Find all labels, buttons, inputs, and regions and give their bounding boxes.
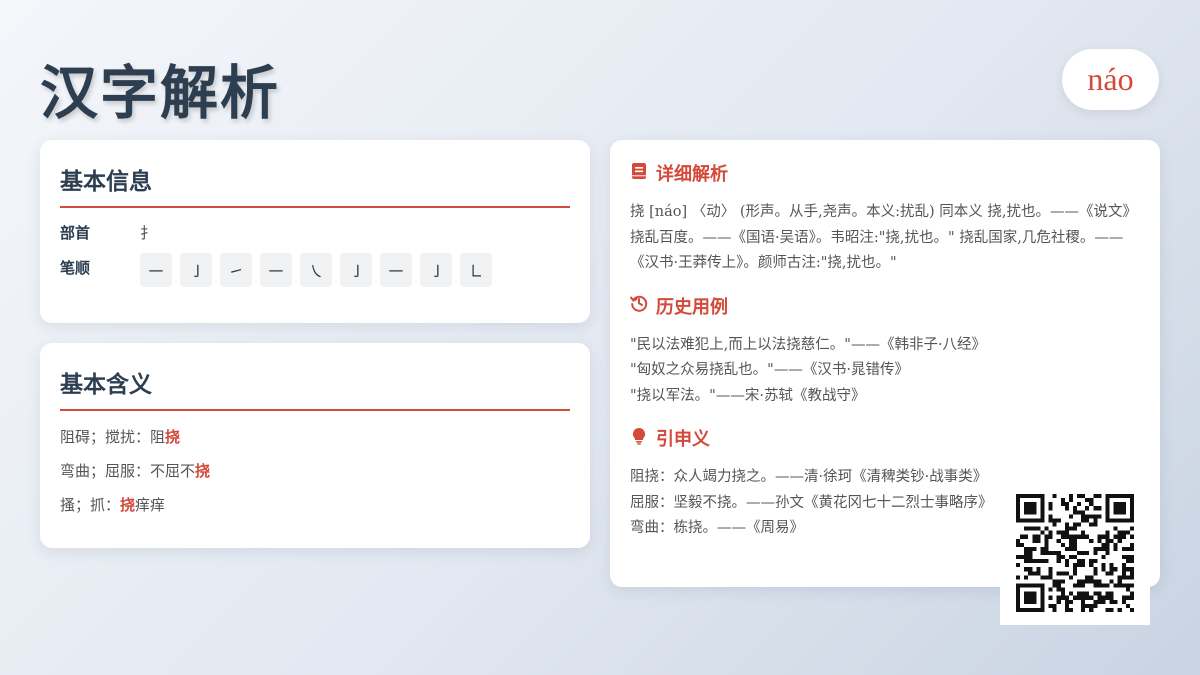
basic-meaning-heading: 基本含义 bbox=[60, 365, 570, 411]
stroke-item: ㇗ bbox=[460, 253, 492, 287]
extended-heading-row: 引申义 bbox=[630, 425, 1140, 451]
qr-code-image bbox=[1016, 494, 1134, 612]
history-line: "挠以军法。"——宋·苏轼《教战守》 bbox=[630, 387, 866, 404]
history-heading-row: 历史用例 bbox=[630, 293, 1140, 319]
history-line: "民以法难犯上,而上以法挠慈仁。"——《韩非子·八经》 bbox=[630, 336, 987, 353]
page-title: 汉字解析 bbox=[40, 59, 281, 127]
meaning-text: 阻碍；搅扰：阻 bbox=[60, 428, 166, 446]
meaning-item: 阻碍；搅扰：阻挠 bbox=[60, 427, 570, 447]
detail-heading: 详细解析 bbox=[656, 164, 728, 185]
basic-info-heading: 基本信息 bbox=[60, 162, 570, 208]
history-icon bbox=[630, 294, 648, 317]
radical-label: 部首 bbox=[60, 224, 91, 242]
stroke-order-row: 笔顺 ㇐ ㇚ ㇀ ㇐ ㇏ ㇚ ㇐ ㇚ ㇗ bbox=[60, 253, 570, 287]
stroke-list: ㇐ ㇚ ㇀ ㇐ ㇏ ㇚ ㇐ ㇚ ㇗ bbox=[140, 253, 492, 287]
extended-heading: 引申义 bbox=[656, 429, 710, 450]
detail-text-block: 挠 [náo] 〈动〉 (形声。从手,尧声。本义:扰乱) 同本义 挠,扰也。——… bbox=[630, 200, 1140, 277]
stroke-item: ㇏ bbox=[300, 253, 332, 287]
meaning-text: 弯曲；屈服：不屈不 bbox=[60, 462, 196, 480]
meaning-highlight: 挠 bbox=[120, 496, 136, 514]
basic-info-card: 基本信息 部首 扌 笔顺 ㇐ ㇚ ㇀ ㇐ ㇏ ㇚ ㇐ ㇚ ㇗ bbox=[40, 140, 590, 323]
detail-heading-row: 详细解析 bbox=[630, 160, 1140, 186]
meaning-text: 搔；抓： bbox=[60, 496, 121, 514]
radical-value: 扌 bbox=[140, 224, 156, 242]
meaning-highlight: 挠 bbox=[165, 428, 181, 446]
stroke-item: ㇚ bbox=[340, 253, 372, 287]
stroke-item: ㇐ bbox=[260, 253, 292, 287]
basic-meaning-card: 基本含义 阻碍；搅扰：阻挠 弯曲；屈服：不屈不挠 搔；抓：挠痒痒 bbox=[40, 343, 590, 548]
meaning-item: 弯曲；屈服：不屈不挠 bbox=[60, 461, 570, 481]
stroke-order-label: 笔顺 bbox=[60, 259, 91, 277]
meaning-item: 搔；抓：挠痒痒 bbox=[60, 495, 570, 515]
meaning-highlight: 挠 bbox=[195, 462, 211, 480]
stroke-item: ㇐ bbox=[140, 253, 172, 287]
meaning-text: 痒痒 bbox=[135, 496, 166, 514]
stroke-item: ㇚ bbox=[180, 253, 212, 287]
pinyin-badge: náo bbox=[1062, 49, 1159, 110]
history-heading: 历史用例 bbox=[656, 296, 728, 318]
stroke-item: ㇐ bbox=[380, 253, 412, 287]
history-text-block: "民以法难犯上,而上以法挠慈仁。"——《韩非子·八经》 "匈奴之众易挠乱也。"—… bbox=[630, 333, 1140, 410]
book-icon bbox=[630, 162, 648, 185]
stroke-item: ㇚ bbox=[420, 253, 452, 287]
stroke-item: ㇀ bbox=[220, 253, 252, 287]
lightbulb-icon bbox=[630, 427, 648, 450]
radical-row: 部首 扌 bbox=[60, 222, 570, 243]
detail-text: 挠 [náo] 〈动〉 (形声。从手,尧声。本义:扰乱) 同本义 挠,扰也。——… bbox=[630, 204, 1137, 271]
history-line: "匈奴之众易挠乱也。"——《汉书·晁错传》 bbox=[630, 362, 909, 378]
qr-code[interactable] bbox=[1000, 481, 1150, 625]
